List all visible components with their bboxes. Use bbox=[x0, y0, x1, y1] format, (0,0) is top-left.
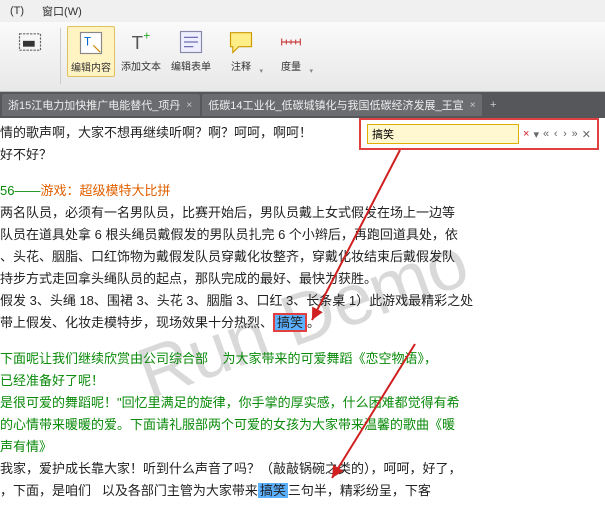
text-line: 持步方式走回拿头绳队员的起点，那队完成的最好、最快为获胜。 bbox=[0, 268, 605, 290]
text-line: 下面呢让我们继续欣赏由公司综合部 为大家带来的可爱舞蹈《恋空物语》， bbox=[0, 348, 605, 370]
tab-document-2[interactable]: 低碳14工业化_低碳城镇化与我国低碳经济发展_王宣× bbox=[202, 94, 482, 116]
toolbar-redact[interactable] bbox=[6, 26, 54, 60]
text-line: 假发 3、头绳 18、围裙 3、头花 3、胭脂 3、口红 3、长条桌 1）此游戏… bbox=[0, 290, 605, 312]
text-line: 队员在道具处拿 6 根头绳员戴假发的男队员扎完 6 个小辫后，再跑回道具处，依 bbox=[0, 224, 605, 246]
page-content: 情的歌声啊，大家不想再继续听啊？啊？呵呵，啊呵！ 好不好？ 56——游戏：超级模… bbox=[0, 118, 605, 518]
text-line: 、头花、胭脂、口红饰物为戴假发队员穿戴化妆整齐，穿戴化妆结束后戴假发队 bbox=[0, 246, 605, 268]
menu-window[interactable]: 窗口(W) bbox=[42, 3, 82, 19]
annotate-button[interactable]: 注释 bbox=[217, 26, 265, 75]
close-icon[interactable]: × bbox=[470, 100, 476, 111]
search-hit-current: 搞笑 bbox=[273, 313, 307, 332]
text-line: 声有情》 bbox=[0, 436, 605, 458]
text-line: 好不好？ bbox=[0, 144, 605, 166]
text-line: 已经准备好了呢！ bbox=[0, 370, 605, 392]
text-line: 两名队员，必须有一名男队员，比赛开始后，男队员戴上女式假发在场上一边等 bbox=[0, 202, 605, 224]
svg-text:+: + bbox=[143, 30, 150, 43]
text-line: 的心情带来暖暖的爱。下面请礼服部两个可爱的女孩为大家带来温馨的歌曲《暖 bbox=[0, 414, 605, 436]
tab-bar: 浙15江电力加快推广电能替代_项丹× 低碳14工业化_低碳城镇化与我国低碳经济发… bbox=[0, 92, 605, 118]
menu-tools[interactable]: (T) bbox=[10, 5, 24, 17]
text-line: 带上假发、化妆走模特步，现场效果十分热烈、搞笑。 bbox=[0, 312, 605, 334]
add-text-button[interactable]: T+添加文本 bbox=[117, 26, 165, 75]
tab-document-1[interactable]: 浙15江电力加快推广电能替代_项丹× bbox=[2, 94, 200, 116]
text-line: 是很可爱的舞蹈呢！"回忆里满足的旋律，你手掌的厚实感，什么困难都觉得有希 bbox=[0, 392, 605, 414]
text-line: 情的歌声啊，大家不想再继续听啊？啊？呵呵，啊呵！ bbox=[0, 122, 605, 144]
text-line: 56——游戏：超级模特大比拼 bbox=[0, 180, 605, 202]
text-line: 我家，爱护成长靠大家！听到什么声音了吗？（敲敲锅碗之类的），呵呵，好了， bbox=[0, 458, 605, 480]
text-line: ，下面，是咱们 以及各部门主管为大家带来搞笑三句半，精彩纷呈，下客 bbox=[0, 480, 605, 502]
edit-content-button[interactable]: T编辑内容 bbox=[67, 26, 115, 77]
toolbar: T编辑内容 T+添加文本 编辑表单 注释 度量 bbox=[0, 22, 605, 92]
toolbar-divider bbox=[60, 28, 61, 84]
svg-text:T: T bbox=[132, 32, 143, 53]
menubar: (T) 窗口(W) bbox=[0, 0, 605, 22]
svg-text:T: T bbox=[84, 35, 91, 48]
measure-button[interactable]: 度量 bbox=[267, 26, 315, 75]
close-icon[interactable]: × bbox=[186, 100, 192, 111]
new-tab-button[interactable]: + bbox=[484, 99, 502, 111]
edit-form-button[interactable]: 编辑表单 bbox=[167, 26, 215, 75]
search-hit: 搞笑 bbox=[258, 483, 288, 498]
document-viewport: Run Demo × ▾ « ‹ › » ✕ 情的歌声啊，大家不想再继续听啊？啊… bbox=[0, 118, 605, 518]
